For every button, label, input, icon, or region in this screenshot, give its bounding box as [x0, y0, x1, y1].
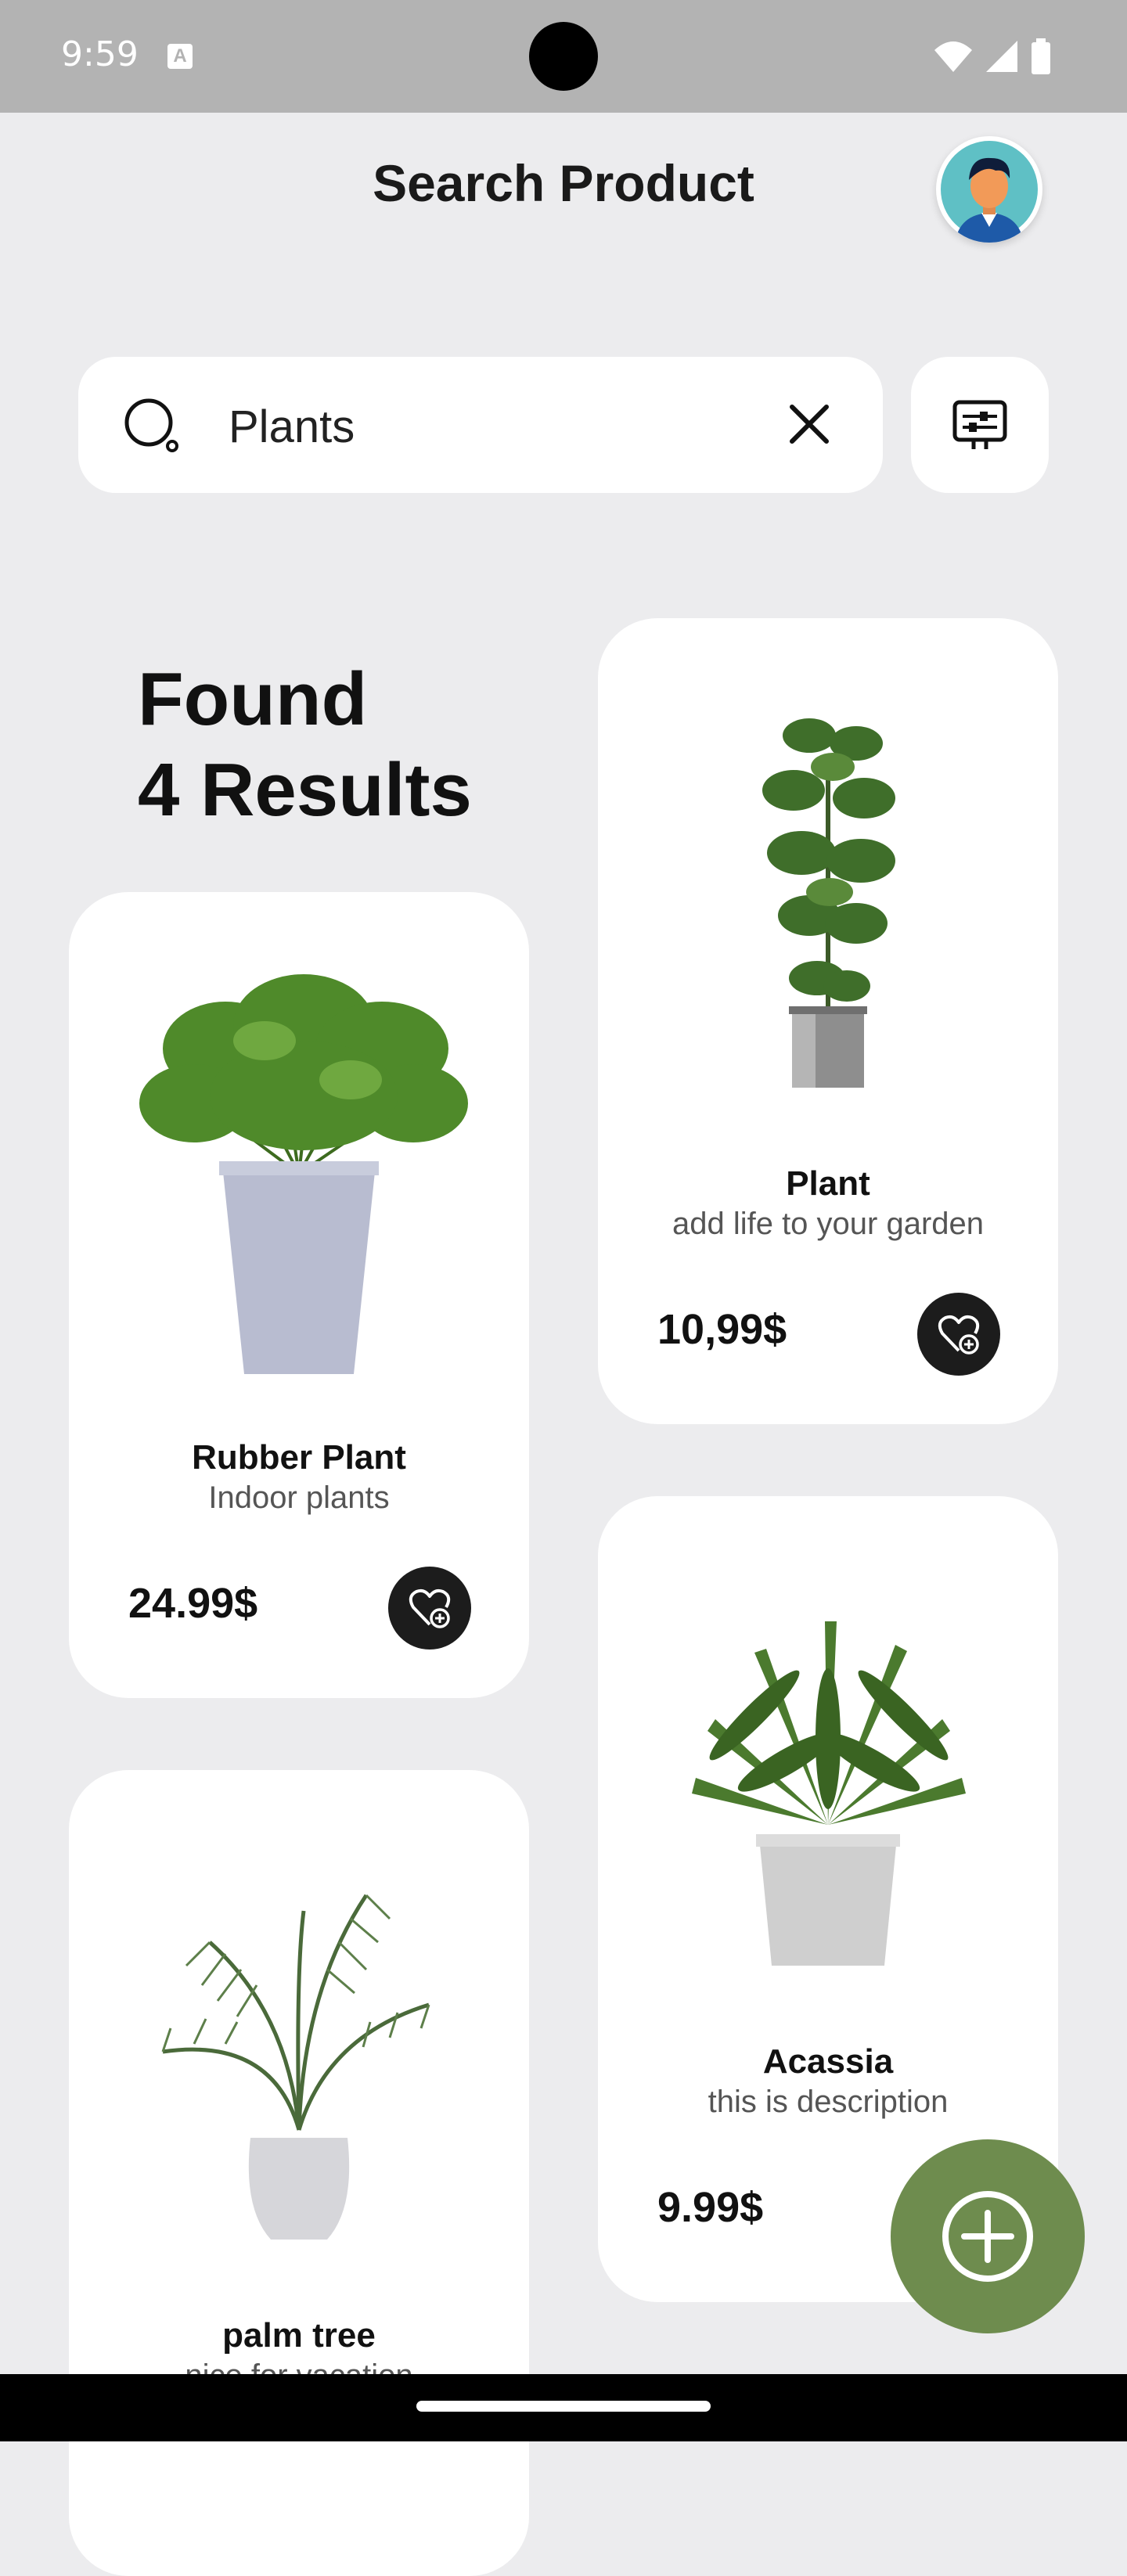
battery-icon [1032, 38, 1050, 74]
product-name: Rubber Plant [192, 1438, 406, 1477]
add-product-button[interactable] [891, 2139, 1085, 2333]
product-description: Indoor plants [208, 1480, 390, 1515]
add-to-favorites-button[interactable] [388, 1567, 471, 1650]
product-name: Plant [786, 1164, 870, 1203]
product-price: 9.99$ [657, 2184, 764, 2231]
product-card-plant[interactable]: Plant add life to your garden 10,99$ [598, 618, 1058, 1424]
status-time: 9:59 [61, 34, 139, 74]
notification-a-icon: A [167, 44, 193, 69]
wifi-icon [934, 41, 972, 72]
product-description: add life to your garden [672, 1207, 985, 1241]
status-icons [933, 38, 1052, 75]
product-image-rubber-plant [139, 974, 468, 1374]
product-card-rubber-plant[interactable]: Rubber Plant Indoor plants 24.99$ [69, 892, 529, 1698]
results-heading-line2: 4 Results [138, 748, 472, 832]
product-description: this is description [708, 2085, 949, 2119]
heart-add-icon [938, 1315, 980, 1355]
search-input[interactable] [227, 388, 825, 465]
product-price: 24.99$ [128, 1580, 258, 1627]
heart-add-icon [409, 1588, 451, 1628]
camera-cutout [529, 22, 598, 91]
signal-icon [986, 41, 1017, 72]
product-name: palm tree [222, 2316, 376, 2355]
avatar-icon [941, 141, 1038, 243]
plus-circle-icon [942, 2191, 1033, 2282]
status-bar: 9:59 A [0, 0, 1127, 113]
search-icon [124, 398, 178, 452]
close-icon[interactable] [787, 402, 831, 446]
search-box [78, 357, 883, 493]
product-name: Acassia [762, 2042, 894, 2081]
product-card-palm-tree[interactable]: palm tree nice for vacation [69, 1770, 529, 2576]
results-heading: Found 4 Results [138, 654, 472, 836]
product-image-plant [762, 718, 895, 1088]
filter-button[interactable] [911, 357, 1049, 493]
home-gesture-handle[interactable] [416, 2401, 711, 2412]
product-price: 10,99$ [657, 1306, 787, 1353]
avatar[interactable] [936, 136, 1042, 243]
system-nav-bar [0, 2374, 1127, 2441]
product-image-acassia [692, 1621, 966, 1966]
product-image-palm-tree [161, 1894, 430, 2240]
filter-icon [952, 400, 1007, 449]
add-to-favorites-button[interactable] [917, 1293, 1000, 1376]
results-heading-line1: Found [138, 657, 368, 741]
